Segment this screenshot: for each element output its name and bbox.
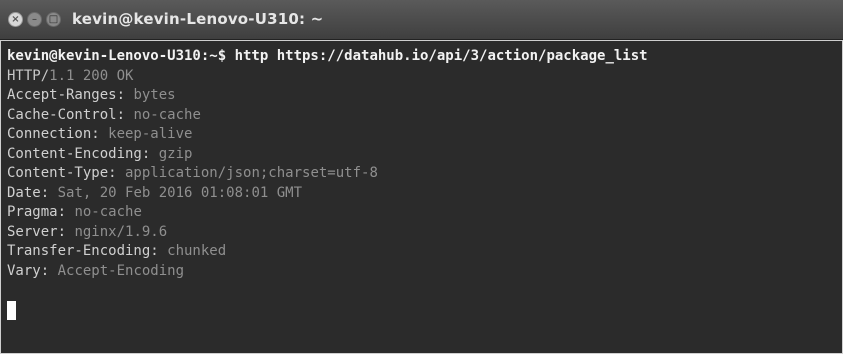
header-value: Sat, 20 Feb 2016 01:08:01 GMT [49,184,303,201]
header-line: Connection: keep-alive [7,125,842,145]
minimize-button[interactable]: – [27,12,42,27]
header-value: application/json;charset=utf-8 [116,165,378,181]
shell-command: http https://datahub.io/api/3/action/pac… [234,48,648,64]
http-status-line: HTTP/1.1 200 OK [7,67,842,87]
header-value: Accept-Encoding [49,262,185,279]
header-key: Pragma: [7,204,67,220]
header-key: Transfer-Encoding: [7,243,159,259]
header-value: chunked [158,243,227,259]
header-line: Date: Sat, 20 Feb 2016 01:08:01 GMT [7,184,842,204]
header-line: Content-Encoding: gzip [7,145,842,165]
text-cursor [7,301,16,320]
shell-prompt: kevin@kevin-Lenovo-U310:~$ [7,48,235,64]
window-title: kevin@kevin-Lenovo-U310: ~ [72,10,324,28]
header-value: keep-alive [99,126,193,142]
status-protocol: HTTP/ [7,67,50,84]
header-line: Cache-Control: no-cache [7,106,842,126]
header-value: gzip [150,145,193,162]
title-bar[interactable]: × – □ kevin@kevin-Lenovo-U310: ~ [0,0,843,40]
header-value: no-cache [66,204,142,220]
terminal-window: × – □ kevin@kevin-Lenovo-U310: ~ kevin@k… [0,0,843,354]
header-key: Content-Type: [7,165,117,181]
maximize-icon: □ [48,13,59,25]
header-line: Server: nginx/1.9.6 [7,223,842,243]
header-value: bytes [125,87,176,103]
header-key: Vary: [7,262,50,279]
header-line: Pragma: no-cache [7,203,842,223]
header-value: nginx/1.9.6 [66,223,168,240]
header-line: Content-Type: application/json;charset=u… [7,164,842,184]
cursor-line [7,301,842,320]
header-key: Connection: [7,126,100,142]
header-key: Accept-Ranges: [7,87,126,103]
header-key: Server: [7,223,67,240]
window-controls: × – □ [8,12,61,28]
close-button[interactable]: × [8,12,23,27]
header-key: Cache-Control: [7,106,126,123]
status-text: 1.1 200 OK [49,67,134,84]
maximize-button[interactable]: □ [46,12,61,27]
terminal-output[interactable]: kevin@kevin-Lenovo-U310:~$ http https://… [0,40,843,354]
header-value: no-cache [125,106,201,123]
header-line: Transfer-Encoding: chunked [7,242,842,262]
header-line: Vary: Accept-Encoding [7,262,842,282]
command-line: kevin@kevin-Lenovo-U310:~$ http https://… [7,47,842,67]
header-key: Date: [7,184,50,201]
close-icon: × [11,13,20,25]
header-line: Accept-Ranges: bytes [7,86,842,106]
header-key: Content-Encoding: [7,145,151,162]
minimize-icon: – [32,13,37,25]
